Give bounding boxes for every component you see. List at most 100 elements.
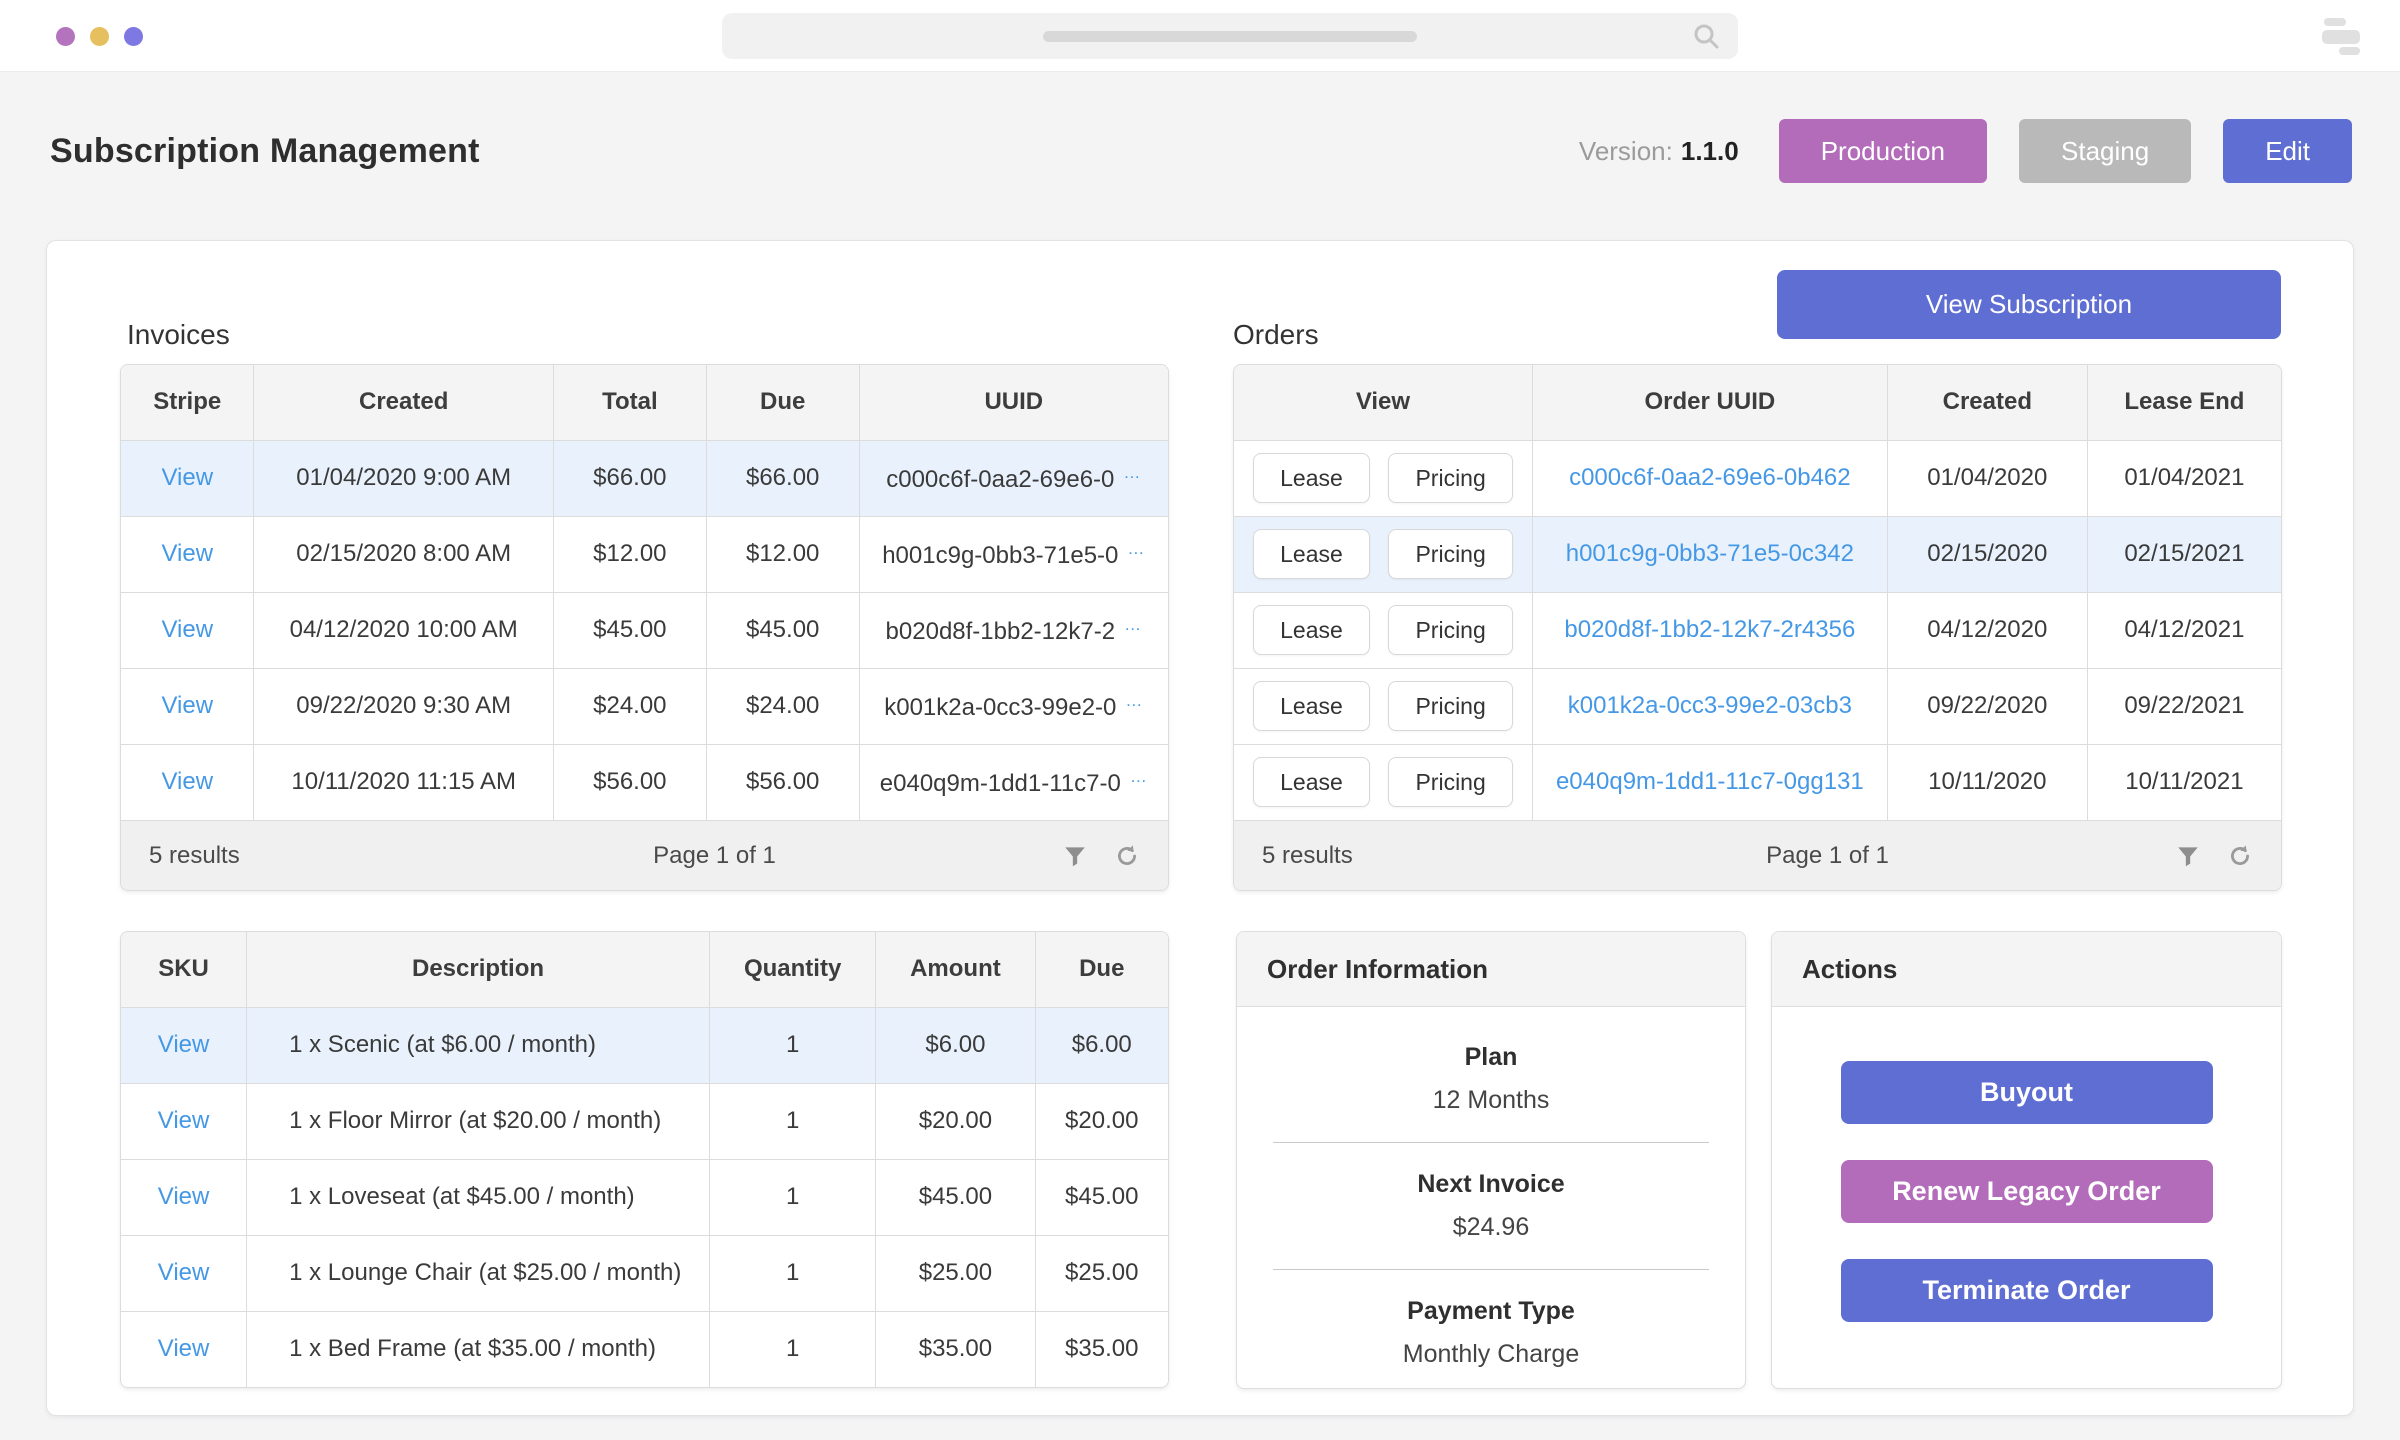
uuid-ellipsis-icon[interactable]: … [1127,539,1145,558]
pricing-button[interactable]: Pricing [1388,681,1512,731]
sku-view-link[interactable]: View [158,1107,210,1134]
order-row[interactable]: Lease Pricing e040q9m-1dd1-11c7-0gg131 1… [1234,744,2281,820]
item-description: 1 x Loveseat (at $45.00 / month) [247,1159,710,1235]
invoice-view-link[interactable]: View [161,540,213,567]
order-uuid-link[interactable]: c000c6f-0aa2-69e6-0b462 [1569,464,1851,491]
invoice-view-link[interactable]: View [161,616,213,643]
uuid-ellipsis-icon[interactable]: … [1130,767,1148,786]
invoice-due: $24.00 [706,668,859,744]
orders-footer: 5 results Page 1 of 1 [1234,820,2281,890]
item-due: $20.00 [1035,1083,1168,1159]
sku-view-link[interactable]: View [158,1183,210,1210]
invoice-due: $56.00 [706,744,859,820]
invoice-view-link[interactable]: View [161,692,213,719]
invoice-view-link[interactable]: View [161,768,213,795]
renew-legacy-order-button[interactable]: Renew Legacy Order [1841,1160,2213,1223]
item-description: 1 x Floor Mirror (at $20.00 / month) [247,1083,710,1159]
edit-button[interactable]: Edit [2223,119,2352,183]
order-row[interactable]: Lease Pricing h001c9g-0bb3-71e5-0c342 02… [1234,516,2281,592]
order-row[interactable]: Lease Pricing b020d8f-1bb2-12k7-2r4356 0… [1234,592,2281,668]
col-sku: SKU [121,932,247,1007]
menu-bars-icon[interactable] [2322,18,2366,56]
order-created: 01/04/2020 [1887,440,2087,516]
invoice-due: $45.00 [706,592,859,668]
refresh-icon[interactable] [2227,843,2253,869]
invoice-created: 01/04/2020 9:00 AM [254,440,553,516]
sku-view-link[interactable]: View [158,1259,210,1286]
browser-chrome [0,0,2400,72]
order-uuid-link[interactable]: k001k2a-0cc3-99e2-03cb3 [1568,692,1852,719]
line-item-row[interactable]: View 1 x Scenic (at $6.00 / month) 1 $6.… [121,1007,1168,1083]
actions-title: Actions [1772,932,2281,1007]
view-subscription-button[interactable]: View Subscription [1777,270,2281,339]
order-row[interactable]: Lease Pricing c000c6f-0aa2-69e6-0b462 01… [1234,440,2281,516]
invoice-row[interactable]: View 10/11/2020 11:15 AM $56.00 $56.00 e… [121,744,1168,820]
line-item-row[interactable]: View 1 x Floor Mirror (at $20.00 / month… [121,1083,1168,1159]
item-description: 1 x Lounge Chair (at $25.00 / month) [247,1235,710,1311]
order-information-panel: Order Information Plan 12 Months Next In… [1236,931,1746,1389]
production-button[interactable]: Production [1779,119,1987,183]
pricing-button[interactable]: Pricing [1388,757,1512,807]
invoice-row[interactable]: View 01/04/2020 9:00 AM $66.00 $66.00 c0… [121,440,1168,516]
refresh-icon[interactable] [1114,843,1140,869]
order-lease-end: 04/12/2021 [2087,592,2281,668]
results-count: 5 results [1262,842,1522,870]
invoice-total: $66.00 [553,440,706,516]
lease-button[interactable]: Lease [1253,529,1370,579]
item-due: $45.00 [1035,1159,1168,1235]
item-amount: $25.00 [876,1235,1035,1311]
filter-icon[interactable] [2175,843,2201,869]
staging-button[interactable]: Staging [2019,119,2191,183]
order-row[interactable]: Lease Pricing k001k2a-0cc3-99e2-03cb3 09… [1234,668,2281,744]
pricing-button[interactable]: Pricing [1388,605,1512,655]
order-uuid-link[interactable]: e040q9m-1dd1-11c7-0gg131 [1556,768,1864,795]
item-quantity: 1 [709,1083,875,1159]
buyout-button[interactable]: Buyout [1841,1061,2213,1124]
uuid-ellipsis-icon[interactable]: … [1123,463,1141,482]
search-icon[interactable] [1692,22,1720,50]
lease-button[interactable]: Lease [1253,453,1370,503]
uuid-ellipsis-icon[interactable]: … [1124,615,1142,634]
sku-view-link[interactable]: View [158,1335,210,1362]
window-dot-1[interactable] [56,27,75,46]
invoice-due: $66.00 [706,440,859,516]
invoices-title: Invoices [127,319,230,351]
line-item-row[interactable]: View 1 x Bed Frame (at $35.00 / month) 1… [121,1311,1168,1387]
item-quantity: 1 [709,1159,875,1235]
item-description: 1 x Bed Frame (at $35.00 / month) [247,1311,710,1387]
pricing-button[interactable]: Pricing [1388,453,1512,503]
invoice-row[interactable]: View 09/22/2020 9:30 AM $24.00 $24.00 k0… [121,668,1168,744]
col-amount: Amount [876,932,1035,1007]
terminate-order-button[interactable]: Terminate Order [1841,1259,2213,1322]
order-uuid-link[interactable]: h001c9g-0bb3-71e5-0c342 [1566,540,1854,567]
address-bar[interactable] [722,13,1738,59]
invoice-uuid: e040q9m-1dd1-11c7-0… [859,744,1168,820]
filter-icon[interactable] [1062,843,1088,869]
invoice-uuid: h001c9g-0bb3-71e5-0… [859,516,1168,592]
order-created: 10/11/2020 [1887,744,2087,820]
col-due: Due [706,365,859,440]
invoices-header-row: Stripe Created Total Due UUID [121,365,1168,440]
payment-type-label: Payment Type [1237,1297,1745,1326]
orders-title: Orders [1233,319,1319,351]
sku-view-link[interactable]: View [158,1031,210,1058]
invoice-row[interactable]: View 04/12/2020 10:00 AM $45.00 $45.00 b… [121,592,1168,668]
order-lease-end: 02/15/2021 [2087,516,2281,592]
window-dot-2[interactable] [90,27,109,46]
line-item-row[interactable]: View 1 x Lounge Chair (at $25.00 / month… [121,1235,1168,1311]
pricing-button[interactable]: Pricing [1388,529,1512,579]
lease-button[interactable]: Lease [1253,757,1370,807]
main-card: Invoices Orders View Subscription Stripe… [46,240,2354,1416]
invoice-view-link[interactable]: View [161,464,213,491]
uuid-ellipsis-icon[interactable]: … [1125,691,1143,710]
invoice-row[interactable]: View 02/15/2020 8:00 AM $12.00 $12.00 h0… [121,516,1168,592]
version-value: 1.1.0 [1681,136,1739,166]
item-amount: $45.00 [876,1159,1035,1235]
divider [1273,1142,1709,1143]
line-item-row[interactable]: View 1 x Loveseat (at $45.00 / month) 1 … [121,1159,1168,1235]
lease-button[interactable]: Lease [1253,681,1370,731]
order-uuid-link[interactable]: b020d8f-1bb2-12k7-2r4356 [1564,616,1855,643]
window-dot-3[interactable] [124,27,143,46]
header-actions: Version:1.1.0 Production Staging Edit [1579,119,2352,183]
lease-button[interactable]: Lease [1253,605,1370,655]
